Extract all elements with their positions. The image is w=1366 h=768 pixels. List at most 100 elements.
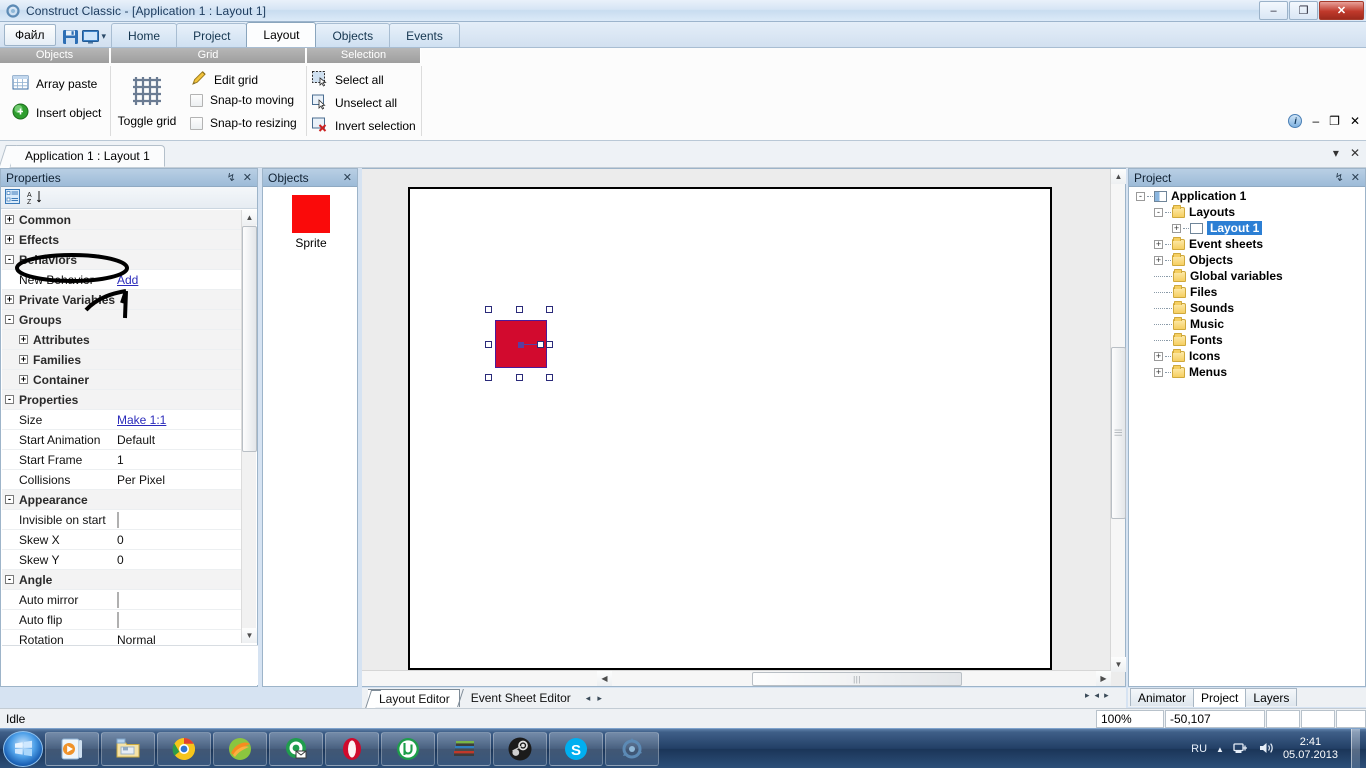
scroll-up-arrow[interactable]: ▲ — [242, 210, 257, 225]
property-row-size[interactable]: Size Make 1:1 — [2, 410, 243, 430]
array-paste-button[interactable]: Array paste — [12, 74, 97, 94]
property-value[interactable] — [112, 591, 243, 608]
start-button[interactable] — [3, 730, 43, 767]
property-value[interactable]: 1 — [112, 453, 243, 467]
resize-handle-se[interactable] — [546, 374, 553, 381]
resize-handle-s[interactable] — [516, 374, 523, 381]
property-category-behaviors[interactable]: - Behaviors — [2, 250, 243, 270]
tab-layers[interactable]: Layers — [1245, 688, 1298, 706]
explorer-icon[interactable] — [101, 731, 155, 766]
mdi-close-window-button[interactable]: ✕ — [1350, 114, 1360, 128]
ribbon-tab-home[interactable]: Home — [111, 23, 178, 47]
tab-nav-prev-icon[interactable]: ◂ — [586, 693, 591, 704]
property-row-skew-y[interactable]: Skew Y 0 — [2, 550, 243, 570]
media-player-icon[interactable] — [45, 731, 99, 766]
snap-to-resizing-checkbox[interactable]: Snap-to resizing — [190, 116, 297, 130]
categorized-button[interactable] — [5, 188, 20, 207]
tab-nav-next-icon[interactable]: ▸ — [597, 693, 602, 704]
show-desktop-button[interactable] — [1351, 729, 1360, 768]
property-category-container[interactable]: + Container — [2, 370, 243, 390]
property-value[interactable] — [112, 611, 243, 628]
project-tree[interactable]: - Application 1- Layouts + Layout 1 + Event sh… — [1130, 188, 1366, 380]
tab-nav-forward-icon[interactable]: ▸ — [1104, 690, 1109, 701]
tab-event-sheet-editor[interactable]: Event Sheet Editor — [460, 689, 580, 707]
property-checkbox[interactable] — [117, 611, 119, 628]
expand-icon[interactable]: + — [1154, 255, 1163, 265]
property-category-groups[interactable]: - Groups — [2, 310, 243, 330]
tree-node-layouts[interactable]: - Layouts — [1130, 204, 1366, 220]
property-row-start-frame[interactable]: Start Frame 1 — [2, 450, 243, 470]
tab-nav-prev-icon[interactable]: ◂ — [1095, 690, 1100, 701]
property-category-angle[interactable]: - Angle — [2, 570, 243, 590]
object-item-sprite[interactable]: Sprite — [286, 195, 336, 250]
tree-node-application-1[interactable]: - Application 1 — [1130, 188, 1366, 204]
tree-node-files[interactable]: Files — [1130, 284, 1366, 300]
tree-node-icons[interactable]: + Icons — [1130, 348, 1366, 364]
scroll-up-arrow[interactable]: ▲ — [1111, 169, 1126, 184]
show-hidden-icons-icon[interactable]: ▲ — [1216, 745, 1224, 754]
property-link[interactable]: Make 1:1 — [117, 413, 166, 427]
tab-layout-editor[interactable]: Layout Editor — [368, 689, 460, 707]
ribbon-tab-events[interactable]: Events — [389, 23, 460, 47]
canvas-hscroll-thumb[interactable]: ||| — [752, 672, 962, 686]
collapse-icon[interactable]: - — [5, 495, 14, 504]
property-category-families[interactable]: + Families — [2, 350, 243, 370]
property-category-private-variables[interactable]: + Private Variables — [2, 290, 243, 310]
tree-node-global-variables[interactable]: Global variables — [1130, 268, 1366, 284]
property-row-auto-mirror[interactable]: Auto mirror — [2, 590, 243, 610]
window-minimize-button[interactable]: – — [1259, 1, 1288, 20]
select-all-button[interactable]: Select all — [311, 70, 384, 90]
property-value[interactable]: Per Pixel — [112, 473, 243, 487]
canvas-vertical-scrollbar[interactable]: ▲ ||| ▼ — [1110, 169, 1126, 672]
scroll-down-arrow[interactable]: ▼ — [1111, 657, 1126, 672]
tab-animator[interactable]: Animator — [1130, 688, 1195, 706]
properties-scroll-thumb[interactable] — [242, 226, 257, 452]
property-value[interactable]: 0 — [112, 533, 243, 547]
tree-node-menus[interactable]: + Menus — [1130, 364, 1366, 380]
property-row-new-behavior[interactable]: New Behavior Add — [2, 270, 243, 290]
tab-project[interactable]: Project — [1193, 688, 1247, 707]
canvas-horizontal-scrollbar[interactable]: ◀ ||| ▶ — [362, 670, 1111, 686]
property-category-attributes[interactable]: + Attributes — [2, 330, 243, 350]
properties-scrollbar[interactable]: ▲ ▼ — [241, 210, 257, 643]
expand-icon[interactable]: + — [19, 375, 28, 384]
collapse-icon[interactable]: - — [1154, 207, 1163, 217]
close-icon[interactable]: ✕ — [243, 171, 252, 184]
zoom-level-field[interactable]: 100% — [1096, 710, 1164, 728]
language-indicator[interactable]: RU — [1191, 743, 1207, 755]
property-category-properties[interactable]: - Properties — [2, 390, 243, 410]
expand-icon[interactable]: + — [19, 335, 28, 344]
mail-icon[interactable] — [269, 731, 323, 766]
tree-node-music[interactable]: Music — [1130, 316, 1366, 332]
document-tab[interactable]: Application 1 : Layout 1 — [10, 145, 165, 167]
skype-icon[interactable]: S — [549, 731, 603, 766]
project-tab-nav[interactable]: ▸ ◂ ▸ — [1085, 690, 1109, 701]
expand-icon[interactable]: + — [1154, 351, 1163, 361]
edit-grid-button[interactable]: Edit grid — [190, 70, 258, 90]
window-close-button[interactable]: ✕ — [1319, 1, 1364, 20]
customize-dropdown-icon[interactable]: ▾ — [102, 31, 107, 42]
expand-icon[interactable]: + — [5, 295, 14, 304]
winrar-icon[interactable] — [437, 731, 491, 766]
property-row-collisions[interactable]: Collisions Per Pixel — [2, 470, 243, 490]
property-category-common[interactable]: + Common — [2, 210, 243, 230]
property-row-skew-x[interactable]: Skew X 0 — [2, 530, 243, 550]
pin-icon[interactable]: ↯ — [227, 171, 236, 184]
property-row-auto-flip[interactable]: Auto flip — [2, 610, 243, 630]
firefox-icon[interactable] — [213, 731, 267, 766]
property-value[interactable]: Add — [112, 273, 243, 287]
property-value[interactable] — [112, 511, 243, 528]
collapse-icon[interactable]: - — [5, 575, 14, 584]
properties-list[interactable]: + Common + Effects - Behaviors New Behavior Add… — [2, 210, 258, 656]
tree-node-layout-1[interactable]: + Layout 1 — [1130, 220, 1366, 236]
construct-icon[interactable] — [605, 731, 659, 766]
property-checkbox[interactable] — [117, 511, 119, 528]
unselect-all-button[interactable]: Unselect all — [311, 93, 397, 113]
steam-icon[interactable] — [493, 731, 547, 766]
property-link[interactable]: Add — [117, 273, 138, 287]
expand-icon[interactable]: + — [1172, 223, 1181, 233]
tree-node-event-sheets[interactable]: + Event sheets — [1130, 236, 1366, 252]
alphabetical-sort-button[interactable]: A Z — [27, 190, 43, 205]
canvas-vscroll-thumb[interactable]: ||| — [1111, 347, 1126, 519]
property-value[interactable]: Default — [112, 433, 243, 447]
